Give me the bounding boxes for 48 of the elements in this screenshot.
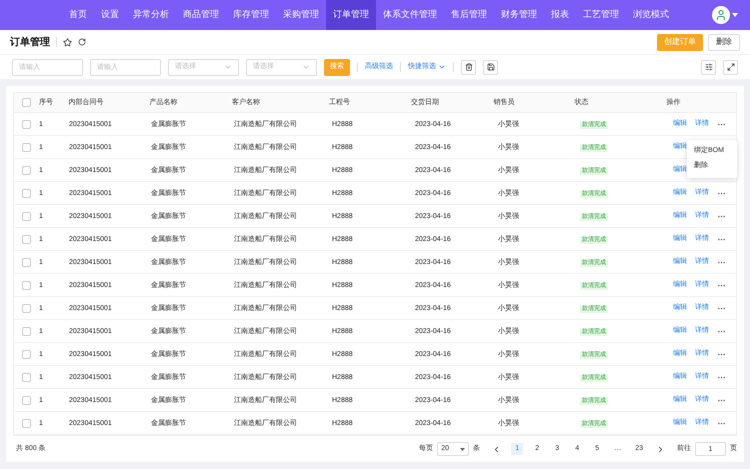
person-icon xyxy=(715,9,727,21)
checkbox[interactable] xyxy=(22,166,31,174)
column-settings-button[interactable] xyxy=(701,60,716,74)
chevron-down-icon xyxy=(302,63,310,71)
nav-tab[interactable]: 浏览模式 xyxy=(626,0,676,30)
nav-tab[interactable]: 订单管理 xyxy=(326,0,376,30)
nav-tab[interactable]: 体系文件管理 xyxy=(376,0,444,30)
trash-button[interactable] xyxy=(461,60,476,74)
nav-tab[interactable]: 库存管理 xyxy=(226,0,276,30)
star-icon[interactable] xyxy=(63,38,72,46)
next-page-icon[interactable] xyxy=(656,444,665,454)
checkbox[interactable] xyxy=(22,326,31,336)
sliders-icon xyxy=(704,63,712,71)
chevron-down-icon xyxy=(224,63,232,71)
nav-tab[interactable]: 报表 xyxy=(544,0,576,30)
nav-tab[interactable]: 首页 xyxy=(62,0,94,30)
checkbox[interactable] xyxy=(22,372,31,382)
nav-tab[interactable]: 财务管理 xyxy=(494,0,544,30)
checkbox[interactable] xyxy=(22,280,31,290)
save-button[interactable] xyxy=(483,60,498,74)
checkbox[interactable] xyxy=(22,234,31,244)
nav-tab[interactable]: 采购管理 xyxy=(276,0,326,30)
checkbox[interactable] xyxy=(22,258,31,266)
checkbox[interactable] xyxy=(22,188,31,198)
caret-icon xyxy=(460,448,466,450)
save-icon xyxy=(486,63,494,71)
checkbox[interactable] xyxy=(22,142,31,152)
avatar[interactable] xyxy=(712,6,730,24)
fullscreen-button[interactable] xyxy=(723,60,738,74)
refresh-icon[interactable] xyxy=(78,38,86,46)
checkbox[interactable] xyxy=(22,304,31,312)
nav-tab[interactable]: 商品管理 xyxy=(176,0,226,30)
trash-icon xyxy=(464,63,472,71)
caret-icon xyxy=(732,13,738,17)
checkbox[interactable] xyxy=(22,396,31,404)
checkbox[interactable] xyxy=(22,120,31,128)
page-title: 订单管理 xyxy=(10,36,50,50)
checkbox[interactable] xyxy=(22,350,31,358)
checkbox[interactable] xyxy=(22,98,31,107)
nav-tab[interactable]: 设置 xyxy=(94,0,126,30)
checkbox[interactable] xyxy=(22,212,31,220)
nav-tab[interactable]: 异常分析 xyxy=(126,0,176,30)
delete-button[interactable]: 删除 xyxy=(708,34,740,50)
nav-tab[interactable]: 工艺管理 xyxy=(576,0,626,30)
checkbox[interactable] xyxy=(22,418,31,428)
nav-tab[interactable]: 售后管理 xyxy=(444,0,494,30)
expand-icon xyxy=(726,63,734,71)
chevron-down-icon xyxy=(438,63,446,71)
